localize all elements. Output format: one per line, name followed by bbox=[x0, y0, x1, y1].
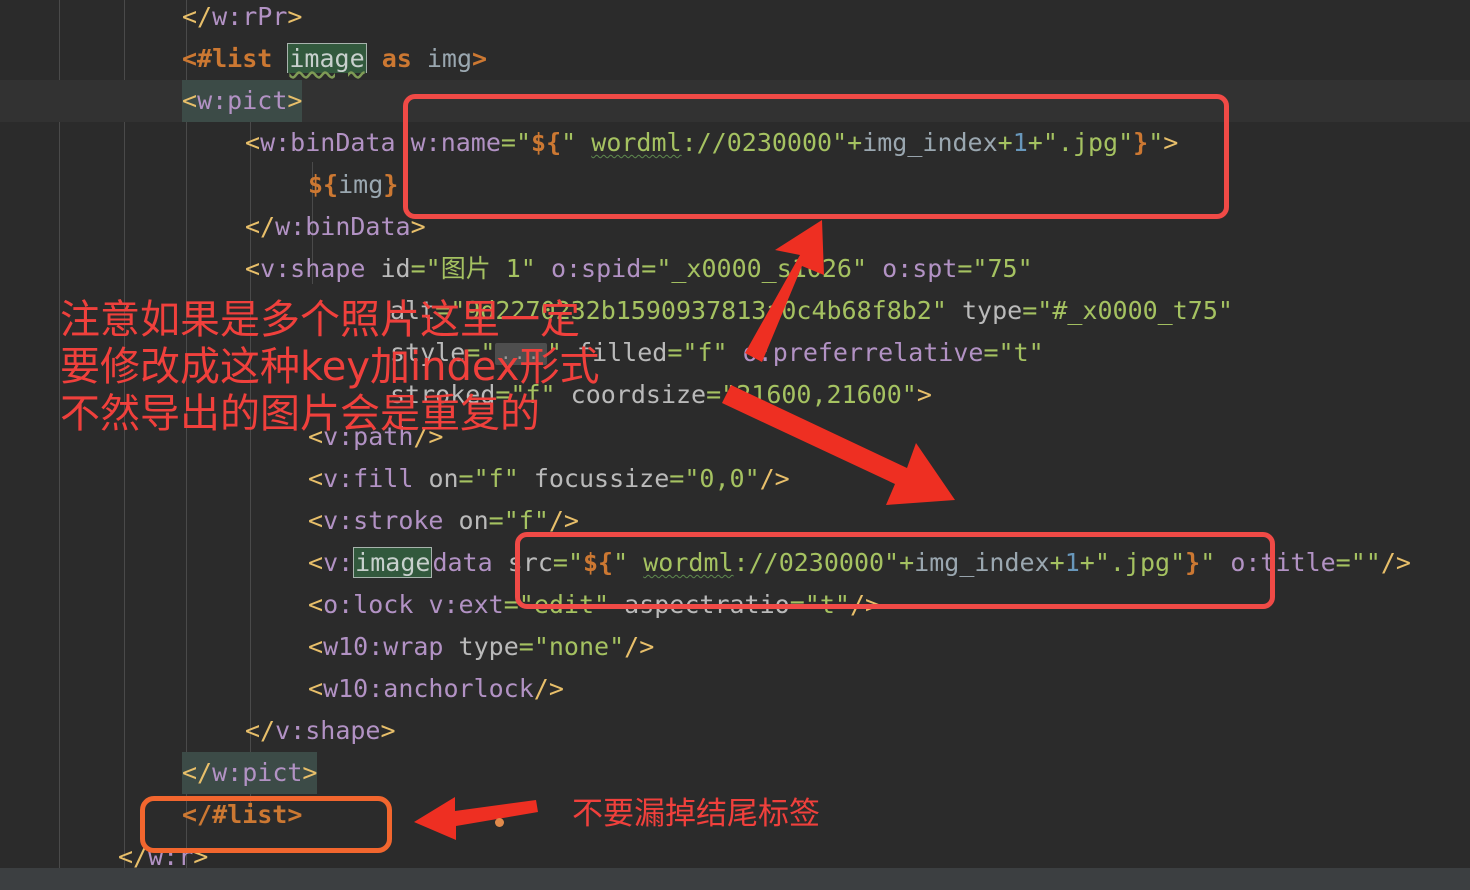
annotation-note-main-line-3: 不然导出的图片会是重复的 bbox=[60, 391, 540, 437]
code-line[interactable]: ${img} bbox=[0, 164, 1470, 206]
code-line[interactable]: </w:pict> bbox=[0, 752, 1470, 794]
code-line[interactable]: <w:pict> bbox=[0, 80, 1470, 122]
annotation-note-main: 注意如果是多个照片这里一定 要修改成这种key加index形式 不然导出的图片会是重… bbox=[60, 297, 599, 438]
search-occurrence-image: image bbox=[287, 43, 367, 73]
status-bar bbox=[0, 868, 1470, 890]
code-line[interactable]: </w:rPr> bbox=[0, 0, 1470, 38]
annotation-note-bottom: 不要漏掉结尾标签 bbox=[572, 796, 820, 832]
search-occurrence-image: image bbox=[353, 547, 433, 578]
code-line[interactable]: </w:r> bbox=[0, 836, 1470, 868]
annotation-note-main-line-2: 要修改成这种key加index形式 bbox=[60, 344, 600, 390]
code-line[interactable]: <w10:wrap type="none"/> bbox=[0, 626, 1470, 668]
code-line[interactable]: <v:stroke on="f"/> bbox=[0, 500, 1470, 542]
code-line[interactable]: </w:binData> bbox=[0, 206, 1470, 248]
code-line[interactable]: <v:imagedata src="${" wordml://0230000"+… bbox=[0, 542, 1470, 584]
code-line[interactable]: <o:lock v:ext="edit" aspectratio="t"/> bbox=[0, 584, 1470, 626]
code-line[interactable]: <v:shape id="图片 1" o:spid="_x0000_s1026"… bbox=[0, 248, 1470, 290]
code-line[interactable]: <#list image as img> bbox=[0, 38, 1470, 80]
annotation-dot bbox=[495, 818, 504, 827]
code-line[interactable]: </v:shape> bbox=[0, 710, 1470, 752]
annotation-note-main-line-1: 注意如果是多个照片这里一定 bbox=[60, 297, 580, 343]
code-line[interactable]: <v:fill on="f" focussize="0,0"/> bbox=[0, 458, 1470, 500]
code-line[interactable]: <w:binData w:name="${" wordml://0230000"… bbox=[0, 122, 1470, 164]
code-line[interactable]: <w10:anchorlock/> bbox=[0, 668, 1470, 710]
